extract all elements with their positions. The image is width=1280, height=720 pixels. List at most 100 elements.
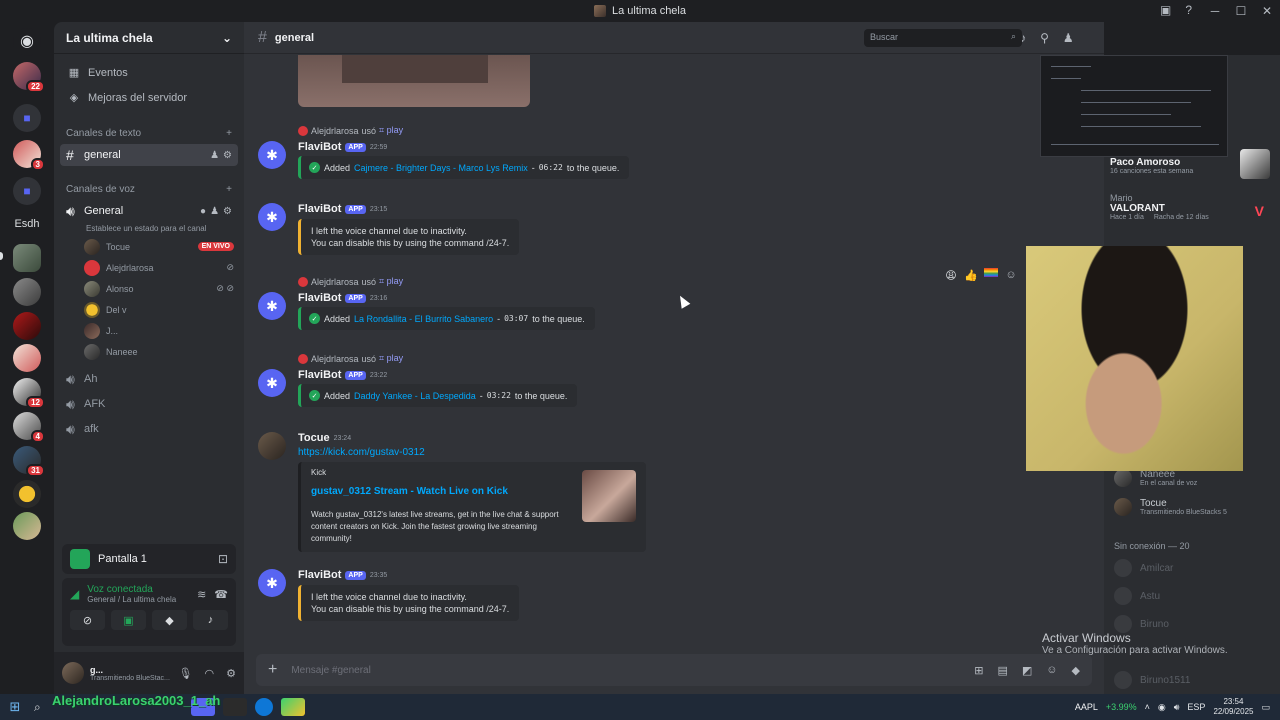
emoji-reaction[interactable]: 😩 xyxy=(944,268,958,282)
thumbs-up-reaction[interactable]: 👍 xyxy=(964,268,978,282)
notifications-icon[interactable]: ▭ xyxy=(1261,702,1270,713)
voice-channel-afk[interactable]: 🔊︎ AFK xyxy=(60,393,238,415)
camera-off-button[interactable]: ⊘ xyxy=(70,610,105,630)
member-row-offline[interactable]: Astu xyxy=(1114,587,1160,605)
voice-user[interactable]: Tocue EN VIVO xyxy=(54,236,244,257)
help-icon[interactable]: ? xyxy=(1185,3,1192,17)
noise-suppression-icon[interactable]: ≋ xyxy=(197,588,206,601)
message-author[interactable]: FlaviBot xyxy=(298,369,341,381)
stock-symbol[interactable]: AAPL xyxy=(1075,702,1098,712)
microphone-icon[interactable]: 🎙︎ xyxy=(179,667,193,680)
avatar[interactable] xyxy=(62,662,84,684)
discord-home-icon[interactable]: ◉ xyxy=(13,28,41,56)
screen-share-preview[interactable] xyxy=(1040,55,1228,157)
embed-thumbnail[interactable] xyxy=(582,470,636,522)
message-composer[interactable]: + Mensaje #general ⊞ ▤ ◩ ☺ ◆ xyxy=(256,654,1092,686)
network-icon[interactable]: ◉ xyxy=(1158,702,1166,713)
language-indicator[interactable]: ESP xyxy=(1187,702,1205,712)
invite-icon[interactable]: ♟ xyxy=(210,206,219,217)
connection-location[interactable]: General / La ultima chela xyxy=(87,595,176,604)
folder-icon[interactable]: ■ xyxy=(13,177,41,205)
message-author[interactable]: FlaviBot xyxy=(298,292,341,304)
bot-avatar[interactable]: ✱ xyxy=(258,141,286,169)
add-channel-icon[interactable]: + xyxy=(226,184,232,195)
screen-share-panel[interactable]: Pantalla 1 ⊡ xyxy=(62,544,236,574)
search-icon[interactable]: ⌕ xyxy=(34,700,41,715)
invite-icon[interactable]: ♟ xyxy=(210,150,219,161)
bot-avatar[interactable]: ✱ xyxy=(258,569,286,597)
server-7[interactable]: 12 xyxy=(13,378,45,409)
composer-input[interactable]: Mensaje #general xyxy=(291,665,371,676)
activity-card-game[interactable]: Mario VALORANT Hace 1 día Racha de 12 dí… xyxy=(1110,193,1274,221)
volume-icon[interactable]: 🔊︎ xyxy=(1174,702,1180,713)
edge-taskbar-icon[interactable] xyxy=(254,698,273,716)
song-link[interactable]: Cajmere - Brighter Days - Marco Lys Remi… xyxy=(354,163,528,173)
member-row[interactable]: Naneee En el canal de voz xyxy=(1114,469,1197,487)
voice-status[interactable]: Establece un estado para el canal xyxy=(54,224,244,236)
message-reply[interactable]: Alejdrlarosa usó ⌗ play xyxy=(298,125,403,136)
server-5[interactable] xyxy=(13,312,41,340)
server-text[interactable]: Esdh xyxy=(13,218,41,230)
message-author[interactable]: FlaviBot xyxy=(298,569,341,581)
message-reply[interactable]: Alejdrlarosa usó ⌗ play xyxy=(298,276,403,287)
minimize-icon[interactable]: ─ xyxy=(1202,4,1228,18)
windows-start-icon[interactable]: ⊞ xyxy=(0,699,30,715)
emoji-icon[interactable]: ☺ xyxy=(1046,664,1057,677)
message-author[interactable]: FlaviBot xyxy=(298,203,341,215)
gear-icon[interactable]: ⚙ xyxy=(226,667,236,680)
sidebar-link-events[interactable]: ▦ Eventos xyxy=(54,60,244,85)
search-input[interactable]: Buscar ⌕ xyxy=(864,29,1022,47)
maximize-icon[interactable]: ☐ xyxy=(1228,4,1254,18)
disconnect-icon[interactable]: ☎ xyxy=(214,588,228,601)
voice-channel-ah[interactable]: 🔊︎ Ah xyxy=(60,368,238,390)
pin-icon[interactable]: ⚲ xyxy=(1040,31,1049,45)
activity-card-music[interactable]: Paco Amoroso 16 canciones esta semana xyxy=(1110,149,1274,179)
members-icon[interactable]: ♟ xyxy=(1063,31,1074,45)
message-link[interactable]: https://kick.com/gustav-0312 xyxy=(298,447,425,458)
channel-general[interactable]: # general ♟ ⚙ xyxy=(60,144,238,166)
gear-icon[interactable]: ⚙ xyxy=(223,150,232,161)
chat-icon[interactable]: ● xyxy=(200,206,206,217)
clock[interactable]: 23:54 22/09/2025 xyxy=(1213,697,1253,717)
add-channel-icon[interactable]: + xyxy=(226,128,232,139)
app-taskbar-icon[interactable] xyxy=(222,698,247,716)
voice-user[interactable]: Del v xyxy=(54,299,244,320)
server-2[interactable]: 3 xyxy=(13,140,45,171)
chevron-up-icon[interactable]: ˄ xyxy=(1145,702,1150,712)
bot-avatar[interactable]: ✱ xyxy=(258,292,286,320)
voice-channel-general[interactable]: 🔊︎ General ● ♟ ⚙ xyxy=(60,200,238,222)
headphones-icon[interactable]: ◠ xyxy=(205,667,215,680)
sidebar-link-boosts[interactable]: ◈ Mejoras del servidor xyxy=(54,85,244,110)
avatar[interactable] xyxy=(258,432,286,460)
message-author[interactable]: Tocue xyxy=(298,432,330,444)
member-row-offline[interactable]: Amilcar xyxy=(1114,559,1173,577)
inbox-icon[interactable]: ▣ xyxy=(1160,3,1171,17)
category-voice[interactable]: Canales de voz + xyxy=(54,180,244,198)
voice-channel-afk-lower[interactable]: 🔊︎ afk xyxy=(60,418,238,440)
server-3[interactable] xyxy=(13,244,41,272)
member-row[interactable]: Tocue Transmitiendo BlueStacks 5 xyxy=(1114,498,1227,516)
guild-header[interactable]: La ultima chela ⌄ xyxy=(54,22,244,54)
message-reply[interactable]: Alejdrlarosa usó ⌗ play xyxy=(298,353,403,364)
category-text[interactable]: Canales de texto + xyxy=(54,124,244,142)
server-10[interactable] xyxy=(13,480,41,508)
server-8[interactable]: 4 xyxy=(13,412,45,443)
folder-icon[interactable]: ■ xyxy=(13,104,41,132)
server-9[interactable]: 31 xyxy=(13,446,45,477)
sticker-icon[interactable]: ◩ xyxy=(1022,664,1032,677)
song-link[interactable]: La Rondallita - El Burrito Sabanero xyxy=(354,314,493,324)
add-attachment-icon[interactable]: + xyxy=(268,661,277,679)
gif-icon[interactable]: ▤ xyxy=(997,664,1007,677)
voice-user[interactable]: Naneee xyxy=(54,341,244,362)
popout-icon[interactable]: ⊡ xyxy=(218,552,228,566)
song-link[interactable]: Daddy Yankee - La Despedida xyxy=(354,391,476,401)
server-4[interactable] xyxy=(13,278,41,306)
stream-button[interactable]: ▣ xyxy=(111,610,146,630)
voice-user[interactable]: Alonso ⊘ ⊘ xyxy=(54,278,244,299)
server-11[interactable] xyxy=(13,512,41,540)
bot-avatar[interactable]: ✱ xyxy=(258,369,286,397)
server-1[interactable]: 22 xyxy=(13,62,45,93)
apps-icon[interactable]: ◆ xyxy=(1072,664,1080,677)
bot-avatar[interactable]: ✱ xyxy=(258,203,286,231)
bluestacks-taskbar-icon[interactable] xyxy=(280,698,305,716)
